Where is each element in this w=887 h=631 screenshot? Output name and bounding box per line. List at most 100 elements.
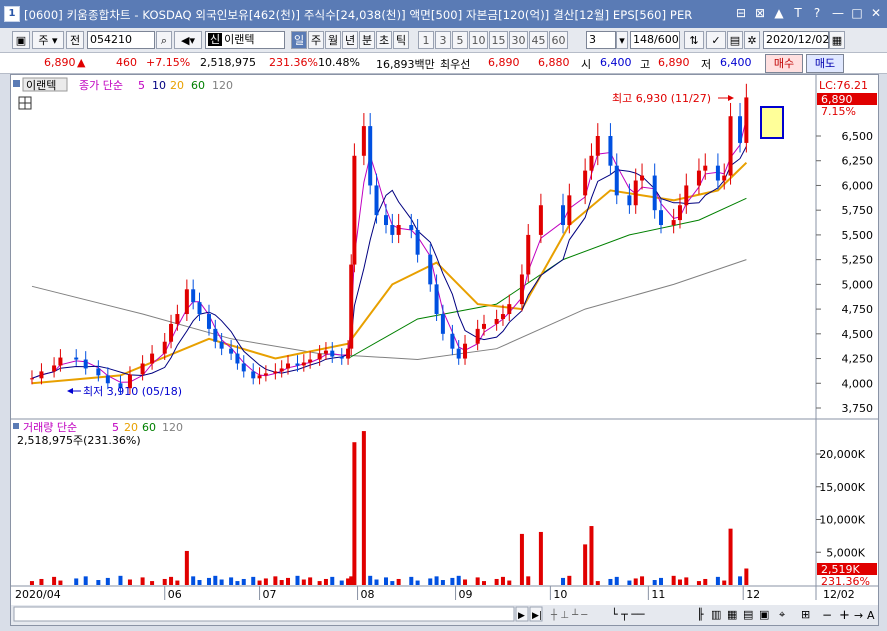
candle-body: [197, 302, 202, 315]
volume-bar: [384, 577, 388, 585]
candle-body: [595, 136, 600, 156]
last-vol-pct: 231.36%: [821, 575, 870, 588]
candle-body: [251, 371, 256, 379]
interval-button-60[interactable]: 60: [549, 31, 568, 49]
volume-bar: [684, 577, 689, 585]
volume-bar: [633, 578, 638, 585]
last-pct-label: 7.15%: [821, 105, 856, 118]
question-icon[interactable]: ?: [809, 5, 825, 21]
scroll-track[interactable]: [13, 606, 515, 622]
period-button-1[interactable]: 주: [308, 31, 324, 49]
search-icon[interactable]: ⌕: [156, 31, 172, 49]
maximize-icon[interactable]: □: [849, 5, 865, 21]
collapse-icon[interactable]: ⊞: [801, 608, 810, 621]
close-icon[interactable]: ✕: [868, 5, 884, 21]
save-icon[interactable]: ▤: [727, 31, 743, 49]
period-button-2[interactable]: 월: [325, 31, 341, 49]
interval-button-1[interactable]: 1: [418, 31, 434, 49]
lc-label: LC:76.21: [819, 79, 868, 92]
title-bar: 1 [0600] 키움종합차트 - KOSDAQ 외국인보유[462(천)] 주…: [0, 0, 887, 28]
date-input[interactable]: 2020/12/02: [763, 31, 829, 49]
candle-body: [500, 314, 505, 319]
candle-icon[interactable]: ⇅: [684, 31, 704, 49]
interval-button-30[interactable]: 30: [509, 31, 528, 49]
volume-bar: [295, 575, 300, 585]
interval-button-5[interactable]: 5: [452, 31, 468, 49]
arrow-icon[interactable]: →: [854, 609, 863, 622]
help-icon[interactable]: T: [790, 5, 806, 21]
volume-bar: [301, 579, 306, 585]
zoom-slider[interactable]: ┼ ⊥ ┴ ─: [550, 608, 588, 621]
settings-icon[interactable]: ⊟: [733, 5, 749, 21]
view-detail-icon[interactable]: ▤: [743, 608, 753, 621]
volume-bar: [229, 577, 234, 585]
interval-button-45[interactable]: 45: [529, 31, 548, 49]
price-tick-label: 5,250: [842, 254, 874, 267]
view-list-icon[interactable]: ▥: [711, 608, 721, 621]
volume-bar: [677, 579, 682, 585]
calendar-icon[interactable]: ▦: [829, 31, 845, 49]
selection-box[interactable]: [760, 106, 784, 139]
volume-bar: [614, 576, 619, 585]
legend-ma5: 5: [138, 79, 145, 92]
period-button-3[interactable]: 년: [342, 31, 358, 49]
period-button-6[interactable]: 틱: [393, 31, 409, 49]
volume-bar: [219, 579, 224, 585]
candle-body: [434, 284, 439, 315]
period-button-5[interactable]: 초: [376, 31, 392, 49]
zoom-out-icon[interactable]: └ ┬ ──: [611, 607, 645, 621]
open-label: 시: [581, 58, 592, 71]
volume-bar: [589, 526, 594, 585]
print-icon[interactable]: ▲: [771, 5, 787, 21]
gear-icon[interactable]: ✲: [744, 31, 760, 49]
volume-bar: [456, 575, 461, 585]
view-grid-icon[interactable]: ▦: [727, 608, 737, 621]
interval-button-10[interactable]: 10: [469, 31, 488, 49]
candle-body: [475, 328, 480, 344]
panel-menu-icon[interactable]: [13, 80, 20, 87]
stock-code-value: 054210: [90, 33, 132, 46]
minus-icon[interactable]: −: [822, 608, 832, 622]
candle-body: [295, 363, 300, 366]
interval-button-3[interactable]: 3: [435, 31, 451, 49]
interval-input[interactable]: 3: [586, 31, 616, 49]
price-tick-label: 5,000: [842, 278, 874, 291]
candle-body: [279, 368, 284, 372]
count-field[interactable]: 148/600: [630, 31, 680, 49]
text-icon[interactable]: A: [867, 609, 875, 622]
stock-code-input[interactable]: 054210: [87, 31, 155, 49]
volume-bar: [251, 576, 256, 585]
indicator-icon[interactable]: ✓: [706, 31, 726, 49]
chart-refresh-icon[interactable]: ⌖: [779, 608, 785, 621]
link-icon[interactable]: ⊠: [752, 5, 768, 21]
sell-button[interactable]: 매도: [806, 54, 844, 73]
plus-icon[interactable]: +: [839, 608, 850, 623]
volume-bar: [374, 579, 379, 585]
legend-ma20: 20: [170, 79, 184, 92]
prev-button[interactable]: 전: [66, 31, 84, 49]
period-button-0[interactable]: 일: [291, 31, 307, 49]
interval-button-15[interactable]: 15: [489, 31, 508, 49]
layout-icon[interactable]: ▣: [12, 31, 30, 49]
sound-icon[interactable]: ◀▾: [174, 31, 202, 49]
volume-current: 2,518,975주(231.36%): [17, 434, 141, 447]
volume-bar: [671, 575, 676, 585]
stock-name-field[interactable]: 신 이랜텍: [205, 31, 285, 49]
volume-tick-label: 10,000K: [819, 514, 865, 527]
minimize-icon[interactable]: —: [830, 5, 846, 21]
volume-bar: [583, 544, 588, 585]
volume-panel-menu-icon[interactable]: [13, 423, 19, 429]
view-box-icon[interactable]: ▣: [759, 608, 769, 621]
chart-area[interactable]: 이랜텍 종가 단순 5 10 20 60 120 3,750 4,000 4,250…: [10, 74, 879, 626]
candle-body: [330, 350, 335, 357]
volume-bar: [308, 577, 313, 585]
candle-body: [396, 225, 401, 235]
zoom-bar-icon[interactable]: ╟: [697, 607, 704, 621]
interval-dropdown-icon[interactable]: ▾: [616, 31, 628, 49]
period-button-4[interactable]: 분: [359, 31, 375, 49]
volume-bar: [213, 575, 218, 585]
volume-bar: [696, 581, 701, 585]
buy-button[interactable]: 매수: [765, 54, 803, 73]
type-select[interactable]: 주 ▾: [32, 31, 64, 49]
chart-svg[interactable]: 이랜텍 종가 단순 5 10 20 60 120 3,750 4,000 4,250…: [11, 75, 878, 625]
